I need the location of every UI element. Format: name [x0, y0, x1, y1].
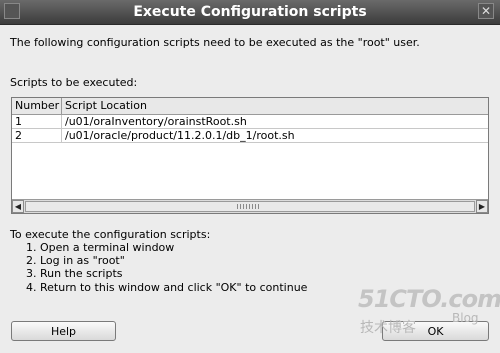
help-button[interactable]: Help: [11, 321, 116, 341]
close-icon[interactable]: ✕: [478, 3, 494, 19]
watermark-logo: 51CTO.com 技术博客 Blog: [358, 285, 500, 345]
instructions-heading: To execute the configuration scripts:: [10, 228, 211, 241]
table-row[interactable]: 1 /u01/oraInventory/orainstRoot.sh: [12, 115, 488, 129]
table-header: Number Script Location: [12, 98, 488, 115]
instruction-step: 1. Open a terminal window: [26, 241, 175, 254]
scripts-table[interactable]: Number Script Location 1 /u01/oraInvento…: [11, 97, 489, 214]
watermark-number: 51CTO.com: [358, 285, 500, 313]
scroll-left-icon[interactable]: ◀: [12, 200, 24, 213]
table-row[interactable]: 2 /u01/oracle/product/11.2.0.1/db_1/root…: [12, 129, 488, 143]
table-cell-location: /u01/oraInventory/orainstRoot.sh: [62, 115, 488, 129]
table-cell-number: 1: [12, 115, 62, 129]
scroll-right-icon[interactable]: ▶: [476, 200, 488, 213]
watermark-blog: Blog: [452, 311, 479, 325]
grip-icon: [237, 204, 259, 209]
instruction-step: 2. Log in as "root": [26, 254, 125, 267]
title-bar: Execute Configuration scripts ✕: [0, 0, 500, 25]
window-title: Execute Configuration scripts: [133, 4, 367, 20]
column-header-script-location[interactable]: Script Location: [62, 98, 488, 114]
table-cell-number: 2: [12, 129, 62, 143]
scripts-label: Scripts to be executed:: [10, 76, 138, 89]
horizontal-scrollbar[interactable]: ◀ ▶: [12, 199, 488, 213]
instruction-step: 4. Return to this window and click "OK" …: [26, 281, 308, 294]
intro-text: The following configuration scripts need…: [10, 36, 420, 49]
instruction-step: 3. Run the scripts: [26, 267, 123, 280]
watermark-chinese: 技术博客: [360, 320, 416, 336]
scrollbar-thumb[interactable]: [25, 201, 475, 212]
table-cell-location: /u01/oracle/product/11.2.0.1/db_1/root.s…: [62, 129, 488, 143]
column-header-number[interactable]: Number: [12, 98, 62, 114]
